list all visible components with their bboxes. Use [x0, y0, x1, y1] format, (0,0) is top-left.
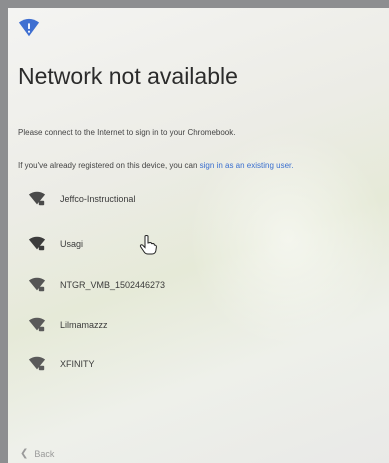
- existing-user-message: If you've already registered on this dev…: [18, 161, 293, 170]
- existing-user-prefix: If you've already registered on this dev…: [18, 161, 200, 170]
- network-item-jeffco-instructional[interactable]: Jeffco-Instructional: [28, 188, 135, 210]
- network-item-lilmamazzz[interactable]: Lilmamazzz: [28, 314, 108, 336]
- connect-message: Please connect to the Internet to sign i…: [18, 128, 236, 137]
- network-item-xfinity[interactable]: XFINITY: [28, 353, 95, 375]
- hand-pointer-cursor-icon: [139, 235, 157, 255]
- page-title: Network not available: [18, 63, 238, 89]
- wifi-locked-icon: [28, 317, 46, 332]
- back-button[interactable]: ❮ Back: [20, 448, 54, 459]
- network-name: XFINITY: [60, 359, 95, 369]
- network-item-usagi[interactable]: Usagi: [28, 233, 83, 255]
- wifi-locked-icon: [28, 191, 46, 206]
- network-name: Lilmamazzz: [60, 320, 108, 330]
- wifi-locked-icon: [28, 236, 46, 251]
- network-name: Jeffco-Instructional: [60, 194, 136, 204]
- network-name: NTGR_VMB_1502446273: [60, 280, 166, 290]
- chromebook-screen: Network not available Please connect to …: [8, 8, 389, 463]
- network-name: Usagi: [60, 239, 84, 249]
- wifi-locked-icon: [28, 356, 46, 371]
- network-status-icon: [18, 18, 40, 37]
- back-label: Back: [34, 448, 55, 459]
- network-item-ntgr-vmb[interactable]: NTGR_VMB_1502446273: [28, 274, 165, 296]
- chevron-left-icon: ❮: [20, 448, 29, 459]
- sign-in-existing-user-link[interactable]: sign in as an existing user.: [200, 161, 294, 170]
- wifi-locked-icon: [28, 277, 46, 292]
